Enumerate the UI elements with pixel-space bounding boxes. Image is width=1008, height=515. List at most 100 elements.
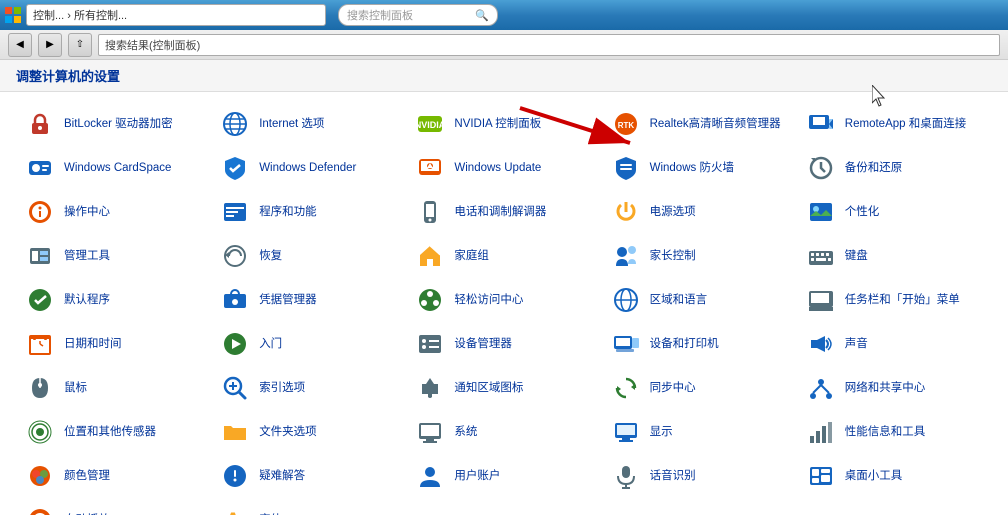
notify-label: 通知区域图标 [454, 381, 523, 396]
keyboard-label: 键盘 [845, 249, 868, 264]
title-bar-left: 控制... › 所有控制... 搜索控制面板 🔍 [4, 4, 498, 26]
breadcrumb[interactable]: 控制... › 所有控制... [26, 4, 326, 26]
gadgets-label: 桌面小工具 [845, 469, 903, 484]
item-defender[interactable]: Windows Defender [211, 146, 406, 190]
item-phone[interactable]: 电话和调制解调器 [406, 190, 601, 234]
credential-label: 凭据管理器 [259, 293, 317, 308]
address-row: ◀ ▶ ⇧ 搜索结果(控制面板) [0, 30, 1008, 60]
manage-icon [24, 240, 56, 272]
item-backup[interactable]: 备份和还原 [797, 146, 992, 190]
item-trouble[interactable]: 疑难解答 [211, 454, 406, 498]
item-keyboard[interactable]: 键盘 [797, 234, 992, 278]
item-sensors[interactable]: 位置和其他传感器 [16, 410, 211, 454]
item-parental[interactable]: 家长控制 [602, 234, 797, 278]
item-defaults[interactable]: 默认程序 [16, 278, 211, 322]
svg-text:NVIDIA: NVIDIA [416, 120, 444, 130]
search-bar[interactable]: 搜索控制面板 🔍 [338, 4, 498, 26]
item-homegroup[interactable]: 家庭组 [406, 234, 601, 278]
power-label: 电源选项 [650, 205, 696, 220]
sensors-label: 位置和其他传感器 [64, 425, 156, 440]
datetime-label: 日期和时间 [64, 337, 122, 352]
datetime-icon [24, 328, 56, 360]
item-realtek[interactable]: RTK Realtek高清晰音频管理器 [602, 102, 797, 146]
speech-icon [610, 460, 642, 492]
programs-icon [219, 196, 251, 228]
item-mouse[interactable]: 鼠标 [16, 366, 211, 410]
personalize-label: 个性化 [845, 205, 880, 220]
speech-label: 话音识别 [650, 469, 696, 484]
item-update[interactable]: Windows Update [406, 146, 601, 190]
title-bar: 控制... › 所有控制... 搜索控制面板 🔍 [0, 0, 1008, 30]
page-title: 调整计算机的设置 [16, 66, 120, 85]
credential-icon [219, 284, 251, 316]
item-color[interactable]: 颜色管理 [16, 454, 211, 498]
item-nvidia[interactable]: NVIDIANVIDIA 控制面板 [406, 102, 601, 146]
remoteapp-label: RemoteApp 和桌面连接 [845, 117, 966, 132]
item-power[interactable]: 电源选项 [602, 190, 797, 234]
item-devmgr[interactable]: 设备管理器 [406, 322, 601, 366]
item-performance[interactable]: 性能信息和工具 [797, 410, 992, 454]
keyboard-icon [805, 240, 837, 272]
defaults-label: 默认程序 [64, 293, 110, 308]
windows-logo [4, 6, 22, 24]
item-network[interactable]: 网络和共享中心 [797, 366, 992, 410]
item-indexing[interactable]: 索引选项 [211, 366, 406, 410]
indexing-icon [219, 372, 251, 404]
display-icon [610, 416, 642, 448]
item-credential[interactable]: 凭据管理器 [211, 278, 406, 322]
fonts-icon: A [219, 504, 251, 515]
item-programs[interactable]: 程序和功能 [211, 190, 406, 234]
item-cardspace[interactable]: Windows CardSpace [16, 146, 211, 190]
item-datetime[interactable]: 日期和时间 [16, 322, 211, 366]
parental-label: 家长控制 [650, 249, 696, 264]
internet-icon [219, 108, 251, 140]
item-action[interactable]: 操作中心 [16, 190, 211, 234]
devmgr-icon [414, 328, 446, 360]
personalize-icon [805, 196, 837, 228]
item-internet[interactable]: Internet 选项 [211, 102, 406, 146]
item-manage[interactable]: 管理工具 [16, 234, 211, 278]
forward-button[interactable]: ▶ [38, 33, 62, 57]
indexing-label: 索引选项 [259, 381, 305, 396]
phone-icon [414, 196, 446, 228]
item-speech[interactable]: 话音识别 [602, 454, 797, 498]
backup-label: 备份和还原 [845, 161, 903, 176]
region-icon [610, 284, 642, 316]
item-recovery[interactable]: 恢复 [211, 234, 406, 278]
realtek-icon: RTK [610, 108, 642, 140]
item-sync[interactable]: 同步中心 [602, 366, 797, 410]
ease-icon [414, 284, 446, 316]
item-taskbar[interactable]: 任务栏和「开始」菜单 [797, 278, 992, 322]
item-autoplay[interactable]: 自动播放 [16, 498, 211, 515]
item-firewall[interactable]: Windows 防火墙 [602, 146, 797, 190]
item-gadgets[interactable]: 桌面小工具 [797, 454, 992, 498]
item-remoteapp[interactable]: RemoteApp 和桌面连接 [797, 102, 992, 146]
taskbar-label: 任务栏和「开始」菜单 [845, 293, 960, 308]
item-folder[interactable]: 文件夹选项 [211, 410, 406, 454]
item-display[interactable]: 显示 [602, 410, 797, 454]
action-label: 操作中心 [64, 205, 110, 220]
mouse-label: 鼠标 [64, 381, 87, 396]
back-button[interactable]: ◀ [8, 33, 32, 57]
realtek-label: Realtek高清晰音频管理器 [650, 117, 781, 132]
trouble-icon [219, 460, 251, 492]
item-fonts[interactable]: A字体 [211, 498, 406, 515]
item-personalize[interactable]: 个性化 [797, 190, 992, 234]
item-ease[interactable]: 轻松访问中心 [406, 278, 601, 322]
item-user[interactable]: 用户账户 [406, 454, 601, 498]
user-label: 用户账户 [454, 469, 500, 484]
item-system[interactable]: 系统 [406, 410, 601, 454]
address-field[interactable]: 搜索结果(控制面板) [98, 34, 1000, 56]
up-button[interactable]: ⇧ [68, 33, 92, 57]
item-sound[interactable]: 声音 [797, 322, 992, 366]
sync-icon [610, 372, 642, 404]
item-bitlocker[interactable]: BitLocker 驱动器加密 [16, 102, 211, 146]
defender-label: Windows Defender [259, 161, 356, 176]
firewall-label: Windows 防火墙 [650, 161, 734, 176]
item-notify[interactable]: 通知区域图标 [406, 366, 601, 410]
performance-icon [805, 416, 837, 448]
item-devices[interactable]: 设备和打印机 [602, 322, 797, 366]
devices-icon [610, 328, 642, 360]
item-region[interactable]: 区域和语言 [602, 278, 797, 322]
item-getstarted[interactable]: 入门 [211, 322, 406, 366]
